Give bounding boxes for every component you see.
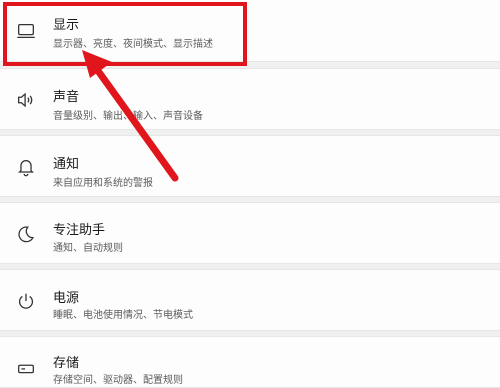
speaker-icon bbox=[14, 88, 38, 112]
settings-item-storage[interactable]: 存储 存储空间、驱动器、配置规则 bbox=[0, 336, 500, 388]
settings-item-title: 声音 bbox=[53, 90, 80, 105]
power-icon bbox=[14, 289, 38, 313]
settings-item-power[interactable]: 电源 睡眠、电池使用情况、节电模式 bbox=[0, 269, 500, 331]
bell-icon bbox=[14, 155, 38, 179]
settings-item-subtitle: 睡眠、电池使用情况、节电模式 bbox=[53, 310, 193, 321]
monitor-icon bbox=[14, 19, 38, 43]
settings-item-title: 存储 bbox=[53, 356, 80, 371]
settings-item-subtitle: 通知、自动规则 bbox=[53, 243, 123, 254]
storage-icon bbox=[14, 356, 38, 380]
settings-item-subtitle: 来自应用和系统的警报 bbox=[53, 178, 153, 189]
settings-item-subtitle: 存储空间、驱动器、配置规则 bbox=[53, 375, 183, 386]
settings-item-subtitle: 显示器、亮度、夜间模式、显示描述 bbox=[53, 39, 213, 50]
settings-item-display[interactable]: 显示 显示器、亮度、夜间模式、显示描述 bbox=[0, 0, 500, 62]
settings-item-notifications[interactable]: 通知 来自应用和系统的警报 bbox=[0, 135, 500, 197]
settings-item-subtitle: 音量级别、输出、输入、声音设备 bbox=[53, 111, 203, 122]
settings-item-title: 通知 bbox=[53, 157, 80, 172]
settings-item-focus-assist[interactable]: 专注助手 通知、自动规则 bbox=[0, 202, 500, 264]
settings-item-title: 显示 bbox=[53, 18, 80, 33]
moon-icon bbox=[14, 222, 38, 246]
settings-item-title: 专注助手 bbox=[53, 223, 106, 238]
settings-item-title: 电源 bbox=[53, 291, 80, 306]
settings-item-sound[interactable]: 声音 音量级别、输出、输入、声音设备 bbox=[0, 68, 500, 130]
